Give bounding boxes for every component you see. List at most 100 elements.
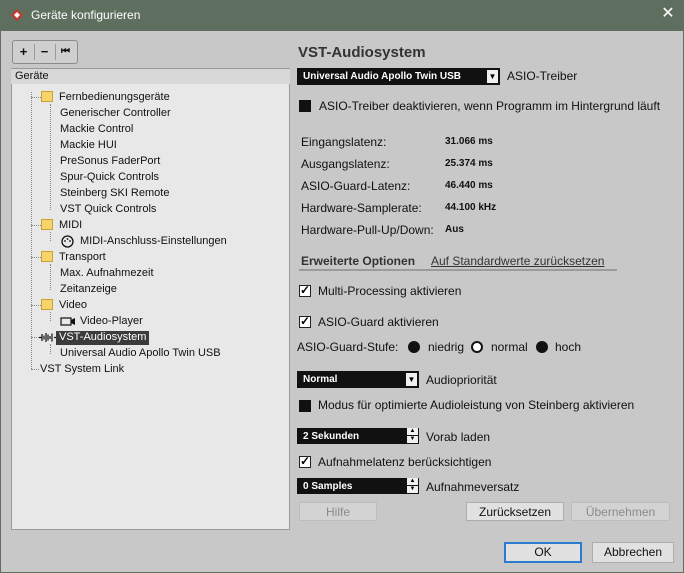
deactivate-background-checkbox[interactable]	[299, 100, 311, 112]
deactivate-background-label: ASIO-Treiber deaktivieren, wenn Programm…	[319, 99, 661, 113]
tree-item-max-aufnahmezeit[interactable]: Max. Aufnahmezeit	[60, 265, 154, 281]
tree-line	[50, 104, 51, 210]
tree-item-spur-quick-controls[interactable]: Spur-Quick Controls	[60, 169, 159, 185]
record-shift-stepper[interactable]: 0 Samples ▲ ▼	[297, 478, 419, 494]
audio-priority-dropdown[interactable]: Normal ▼	[297, 371, 419, 388]
level-label-normal: normal	[491, 340, 528, 354]
tree-line	[50, 344, 51, 354]
title-bar[interactable]: Geräte konfigurieren ✕	[0, 0, 684, 31]
apply-button[interactable]: Übernehmen	[571, 502, 670, 521]
tree-item-vst-quick-controls[interactable]: VST Quick Controls	[60, 201, 156, 217]
tree-item-midi[interactable]: MIDI	[59, 217, 82, 233]
tree-line	[31, 305, 41, 306]
info-label-pullup: Hardware-Pull-Up/Down:	[301, 223, 434, 237]
stepper-up-icon[interactable]: ▲	[407, 428, 418, 435]
tree-item-mackie-hui[interactable]: Mackie HUI	[60, 137, 117, 153]
info-label-output-latency: Ausgangslatenz:	[301, 157, 390, 171]
info-label-asioguard-latency: ASIO-Guard-Latenz:	[301, 179, 411, 193]
tree-line	[50, 264, 51, 290]
add-device-button[interactable]: +	[13, 41, 34, 63]
level-radio-hoch[interactable]	[536, 341, 548, 353]
device-toolbar: + − ⏮	[12, 40, 78, 64]
cubase-logo-icon	[11, 9, 23, 21]
chevron-down-icon: ▼	[487, 70, 498, 83]
tree-item-vst-system-link[interactable]: VST System Link	[40, 361, 124, 377]
tree-item-steinberg-ski-remote[interactable]: Steinberg SKI Remote	[60, 185, 169, 201]
info-label-input-latency: Eingangslatenz:	[301, 135, 387, 149]
asio-driver-value: Universal Audio Apollo Twin USB	[303, 71, 461, 82]
tree-item-midi-anschluss-einstellungen[interactable]: MIDI-Anschluss-Einstellungen	[80, 233, 227, 249]
preload-value: 2 Sekunden	[303, 431, 360, 442]
asioguard-level-label: ASIO-Guard-Stufe:	[297, 340, 399, 354]
remove-device-button[interactable]: −	[34, 41, 55, 63]
help-button[interactable]: Hilfe	[299, 502, 377, 521]
stepper-down-icon[interactable]: ▼	[407, 436, 418, 443]
level-label-niedrig: niedrig	[428, 340, 465, 354]
tab-divider	[299, 269, 617, 271]
multiprocessing-checkbox[interactable]	[299, 283, 311, 297]
asioguard-label: ASIO-Guard aktivieren	[318, 315, 439, 329]
folder-icon	[41, 219, 53, 230]
tree-item-transport[interactable]: Transport	[59, 249, 106, 265]
info-value-asioguard-latency: 46.440 ms	[445, 180, 493, 191]
record-latency-checkbox[interactable]	[299, 454, 311, 468]
tree-item-video-player[interactable]: Video-Player	[80, 313, 143, 329]
folder-icon	[41, 91, 53, 102]
multiprocessing-label: Multi-Processing aktivieren	[318, 284, 462, 298]
window-title: Geräte konfigurieren	[31, 8, 141, 22]
info-value-samplerate: 44.100 kHz	[445, 202, 497, 213]
tree-item-presonus-faderport[interactable]: PreSonus FaderPort	[60, 153, 160, 169]
video-camera-icon	[60, 317, 75, 326]
level-radio-normal[interactable]	[471, 341, 483, 353]
tree-item-fernbedienungsgeraete[interactable]: Fernbedienungsgeräte	[59, 89, 170, 105]
audio-waveform-icon	[39, 333, 56, 342]
tree-item-universal-audio-apollo[interactable]: Universal Audio Apollo Twin USB	[60, 345, 221, 361]
tree-column-header[interactable]: Geräte	[11, 68, 290, 85]
level-radio-niedrig[interactable]	[408, 341, 420, 353]
info-value-pullup: Aus	[445, 224, 464, 235]
reset-device-button[interactable]: ⏮	[55, 41, 76, 63]
record-latency-label: Aufnahmelatenz berücksichtigen	[318, 455, 492, 469]
tree-item-zeitanzeige[interactable]: Zeitanzeige	[60, 281, 117, 297]
folder-icon	[41, 251, 53, 262]
info-value-output-latency: 25.374 ms	[445, 158, 493, 169]
info-value-input-latency: 31.066 ms	[445, 136, 493, 147]
folder-icon	[41, 299, 53, 310]
reset-defaults-link[interactable]: Auf Standardwerte zurücksetzen	[431, 254, 604, 268]
reset-button[interactable]: Zurücksetzen	[466, 502, 564, 521]
stepper-up-icon[interactable]: ▲	[407, 478, 418, 485]
tree-item-generischer-controller[interactable]: Generischer Controller	[60, 105, 171, 121]
tree-line	[31, 369, 39, 370]
chevron-down-icon: ▼	[406, 373, 417, 386]
tab-erweiterte-optionen[interactable]: Erweiterte Optionen	[301, 254, 415, 268]
level-label-hoch: hoch	[555, 340, 582, 354]
tree-header-label: Geräte	[15, 70, 49, 82]
tree-item-video[interactable]: Video	[59, 297, 87, 313]
preload-stepper[interactable]: 2 Sekunden ▲ ▼	[297, 428, 419, 444]
tree-line	[50, 232, 51, 241]
record-shift-label: Aufnahmeversatz	[426, 480, 520, 494]
steinberg-mode-label: Modus für optimierte Audioleistung von S…	[318, 398, 635, 412]
tree-line	[31, 92, 32, 369]
preload-label: Vorab laden	[426, 430, 491, 444]
tree-item-mackie-control[interactable]: Mackie Control	[60, 121, 133, 137]
info-label-samplerate: Hardware-Samplerate:	[301, 201, 422, 215]
dialog-window: Geräte konfigurieren ✕ + − ⏮ Geräte Fern…	[0, 0, 684, 573]
ok-button[interactable]: OK	[504, 542, 582, 563]
asioguard-checkbox[interactable]	[299, 314, 311, 328]
panel-title: VST-Audiosystem	[298, 44, 426, 61]
tree-line	[31, 225, 41, 226]
tree-line	[31, 257, 41, 258]
asio-driver-dropdown[interactable]: Universal Audio Apollo Twin USB ▼	[297, 68, 500, 85]
asio-driver-label: ASIO-Treiber	[507, 69, 578, 83]
cancel-button[interactable]: Abbrechen	[592, 542, 674, 563]
stepper-down-icon[interactable]: ▼	[407, 486, 418, 493]
close-icon[interactable]: ✕	[660, 6, 676, 22]
tree-line	[31, 97, 41, 98]
record-shift-value: 0 Samples	[303, 481, 353, 492]
steinberg-mode-checkbox[interactable]	[299, 400, 311, 412]
tree-item-vst-audiosystem[interactable]: VST-Audiosystem	[59, 329, 146, 345]
midi-port-icon	[61, 235, 74, 248]
audio-priority-label: Audiopriorität	[426, 373, 497, 387]
tree-line	[50, 312, 51, 321]
